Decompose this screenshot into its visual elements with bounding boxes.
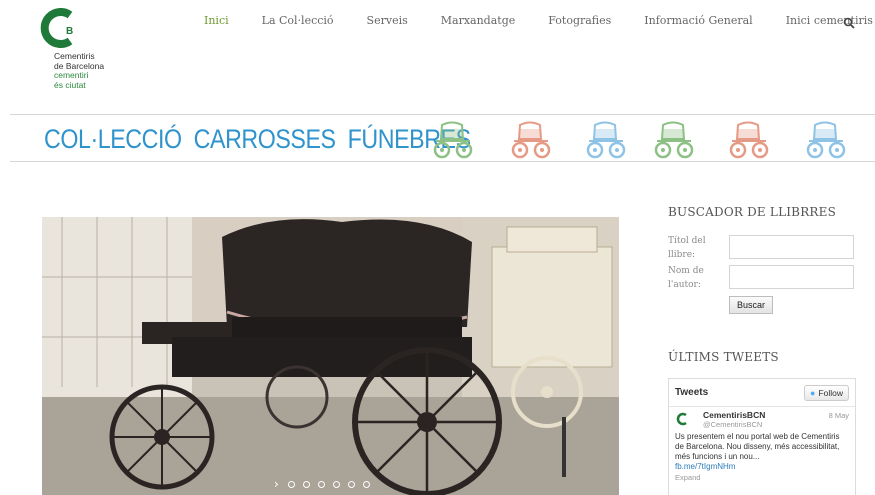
tweet-link[interactable]: fb.me/7tIgmNHm xyxy=(675,462,849,472)
carriage-icon xyxy=(651,121,695,159)
site-logo[interactable]: B Cementiris de Barcelona cementiri és c… xyxy=(40,8,130,90)
carriage-icon xyxy=(583,121,627,159)
tweet-author-name[interactable]: CementirisBCN xyxy=(703,410,849,420)
carriage-icon xyxy=(508,121,552,159)
follow-button-label: Follow xyxy=(818,387,843,398)
nav-item-informacio-general[interactable]: Informació General xyxy=(644,14,752,27)
slider-dot[interactable] xyxy=(317,480,325,488)
carriage-icon xyxy=(430,121,474,159)
slider-dot[interactable] xyxy=(347,480,355,488)
banner-title: COL·LECCIÓ CARROSSES FÚNEBRES xyxy=(44,124,471,154)
follow-button[interactable]: ● Follow xyxy=(804,384,849,401)
nav-item-inici-cementiris[interactable]: Inici cementiris xyxy=(786,14,873,27)
collection-banner: COL·LECCIÓ CARROSSES FÚNEBRES xyxy=(10,114,875,162)
slider-dot[interactable] xyxy=(287,480,295,488)
main-nav: Inici La Col·lecció Serveis Marxandatge … xyxy=(204,14,875,27)
tweet-expand-link[interactable]: Expand xyxy=(675,472,849,484)
latest-tweets-heading: ÚLTIMS TWEETS xyxy=(668,350,779,364)
carriage-icon xyxy=(726,121,770,159)
nav-item-serveis[interactable]: Serveis xyxy=(367,14,408,27)
nav-item-la-colleccio[interactable]: La Col·lecció xyxy=(262,14,334,27)
tweet: CementirisBCN @CementirisBCN 8 May Us pr… xyxy=(669,407,855,484)
book-title-input[interactable] xyxy=(729,235,854,259)
logo-tagline-line2: és ciutat xyxy=(54,79,86,90)
carriage-icon xyxy=(803,121,847,159)
twitter-bird-icon: ● xyxy=(810,387,816,398)
tweet-author-handle[interactable]: @CementirisBCN xyxy=(703,420,849,429)
tweet-text: Us presentem el nou portal web de Cement… xyxy=(675,432,840,461)
slider-dot[interactable] xyxy=(302,480,310,488)
slider-dot[interactable] xyxy=(362,480,370,488)
slider-controls: › xyxy=(274,477,378,491)
tweet-date[interactable]: 8 May xyxy=(829,411,849,420)
logo-mark: B xyxy=(40,8,80,48)
slider-dot[interactable] xyxy=(332,480,340,488)
avatar[interactable] xyxy=(676,412,690,426)
book-search-heading: BUSCADOR DE LLIBRRES xyxy=(668,205,837,219)
twitter-widget-header: Tweets ● Follow xyxy=(669,379,855,407)
nav-item-fotografies[interactable]: Fotografies xyxy=(548,14,611,27)
hero-image xyxy=(42,217,619,495)
book-author-label: Nom de l'autor: xyxy=(668,266,704,290)
book-author-input[interactable] xyxy=(729,265,854,289)
logo-mark-letter: B xyxy=(66,26,73,37)
nav-item-marxandatge[interactable]: Marxandatge xyxy=(441,14,516,27)
book-title-label: Títol del llibre: xyxy=(668,236,706,260)
twitter-widget: Tweets ● Follow CementirisBCN @Cementiri… xyxy=(668,378,856,495)
search-icon[interactable] xyxy=(843,14,855,29)
search-button[interactable]: Buscar xyxy=(729,296,773,314)
twitter-widget-title: Tweets xyxy=(675,387,709,398)
nav-item-inici[interactable]: Inici xyxy=(204,14,229,27)
hero-slider[interactable]: › xyxy=(42,217,619,495)
chevron-right-icon[interactable]: › xyxy=(274,477,279,491)
